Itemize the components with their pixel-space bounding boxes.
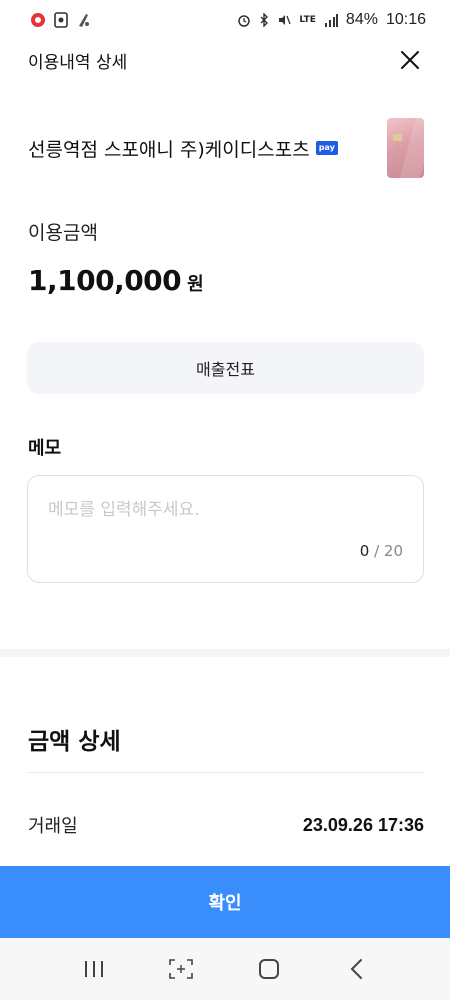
amount-label: 이용금액 — [28, 222, 98, 244]
memo-char-counter: 0 / 20 — [360, 542, 403, 560]
close-icon — [401, 51, 419, 69]
golf-app-icon — [76, 12, 92, 28]
memo-input[interactable] — [48, 496, 398, 524]
recording-app-icon — [30, 12, 46, 28]
confirm-button[interactable]: 확인 — [0, 866, 450, 938]
status-bar-left — [30, 12, 92, 28]
notification-app-icon — [54, 12, 68, 28]
recent-apps-icon — [84, 961, 103, 977]
clock: 10:16 — [385, 11, 426, 28]
memo-count-separator: / — [369, 542, 384, 560]
page-title: 이용내역 상세 — [28, 52, 128, 73]
screen: LTE 84% 10:16 이용내역 상세 선릉역점 스포애니 주)케이디스포츠… — [0, 0, 450, 1000]
card-stripe — [399, 118, 424, 178]
signal-icon — [324, 13, 338, 27]
pay-badge: pay — [315, 141, 338, 155]
header: 이용내역 상세 — [0, 40, 450, 80]
memo-count-current: 0 — [359, 542, 370, 560]
details-heading: 금액 상세 — [28, 729, 121, 755]
scan-icon — [169, 959, 194, 979]
memo-heading: 메모 — [28, 438, 62, 459]
amount-value: 1,100,000 — [28, 264, 182, 297]
merchant-row: 선릉역점 스포애니 주)케이디스포츠 pay — [28, 118, 424, 178]
mute-icon — [277, 13, 291, 27]
detail-value: 23.09.26 17:36 — [302, 814, 424, 835]
back-icon — [350, 959, 363, 979]
lte-indicator: LTE — [299, 14, 316, 25]
recent-apps-button[interactable] — [64, 944, 124, 994]
status-bar: LTE 84% 10:16 — [0, 0, 450, 40]
back-button[interactable] — [326, 944, 386, 994]
amount-row: 1,100,000 원 — [28, 264, 204, 297]
system-nav-bar — [0, 938, 450, 1000]
alarm-icon — [237, 13, 251, 27]
status-bar-right: LTE 84% 10:16 — [237, 11, 426, 29]
merchant-name: 선릉역점 스포애니 주)케이디스포츠 pay — [28, 135, 338, 162]
home-icon — [258, 959, 279, 979]
scan-button[interactable] — [151, 944, 211, 994]
receipt-button[interactable]: 매출전표 — [27, 342, 424, 394]
card-image — [387, 118, 424, 178]
memo-box: 0 / 20 — [27, 475, 424, 583]
bluetooth-icon — [259, 13, 269, 27]
detail-row-date: 거래일 23.09.26 17:36 — [28, 812, 424, 838]
memo-count-max: 20 — [383, 542, 403, 560]
merchant-name-text: 선릉역점 스포애니 주)케이디스포츠 — [28, 138, 310, 161]
details-divider — [27, 772, 424, 773]
battery-level: 84% — [345, 11, 378, 28]
home-button[interactable] — [239, 944, 299, 994]
close-button[interactable] — [398, 48, 422, 72]
card-chip — [393, 134, 402, 141]
amount-unit: 원 — [187, 274, 204, 295]
section-divider — [0, 649, 450, 657]
detail-label: 거래일 — [28, 816, 78, 837]
